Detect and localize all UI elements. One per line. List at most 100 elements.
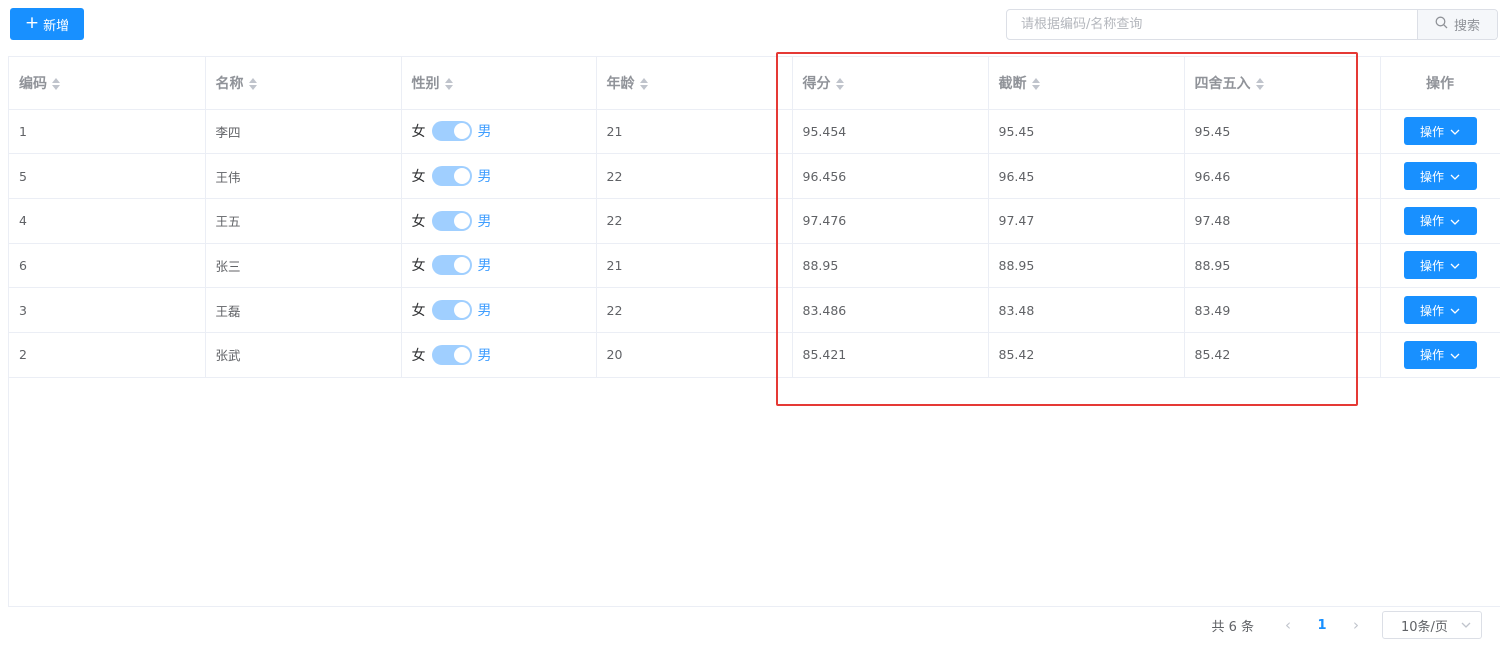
search-box: 搜索 (1006, 9, 1498, 40)
chevron-down-icon (1461, 620, 1471, 631)
action-button-label: 操作 (1419, 303, 1444, 318)
gender-switch[interactable] (431, 166, 472, 187)
sort-icon[interactable] (248, 77, 257, 91)
cell-truncated: 95.45 (988, 109, 1185, 155)
sort-icon[interactable] (639, 77, 648, 91)
gender-switch[interactable] (431, 210, 472, 231)
prev-page-icon[interactable]: ‹ (1276, 616, 1300, 634)
header-rounded[interactable]: 四舍五入 (1184, 57, 1381, 110)
gender-on-label: 男 (477, 303, 492, 320)
cell-age: 20 (596, 332, 793, 378)
cell-age: 22 (596, 153, 793, 199)
cell-gender: 女男 (401, 198, 597, 244)
header-code[interactable]: 编码 (9, 57, 206, 110)
action-button-label: 操作 (1419, 348, 1444, 363)
cell-score: 96.456 (792, 153, 989, 199)
plus-icon: + (24, 12, 40, 33)
cell-truncated: 88.95 (988, 243, 1185, 289)
gender-switch[interactable] (431, 300, 472, 321)
gender-switch[interactable] (431, 344, 472, 365)
action-dropdown-button[interactable]: 操作 (1403, 206, 1477, 235)
switch-knob (453, 257, 470, 274)
cell-code: 6 (9, 243, 206, 289)
next-page-icon[interactable]: › (1344, 616, 1368, 634)
sort-icon[interactable] (1031, 77, 1040, 91)
header-age[interactable]: 年龄 (596, 57, 793, 110)
cell-rounded: 88.95 (1184, 243, 1381, 289)
table-row: 2 张武女男 20 85.421 85.42 85.42 操作 (9, 332, 1500, 378)
cell-code: 2 (9, 332, 206, 378)
cell-rounded: 96.46 (1184, 153, 1381, 199)
header-rounded-label: 四舍五入 (1194, 75, 1251, 92)
table-row: 6 张三女男 21 88.95 88.95 88.95 操作 (9, 243, 1500, 289)
sort-icon[interactable] (1255, 77, 1264, 91)
cell-actions: 操作 (1380, 332, 1500, 378)
header-code-label: 编码 (19, 75, 47, 92)
cell-name: 王五 (205, 198, 402, 244)
cell-name: 张武 (205, 332, 402, 378)
header-score[interactable]: 得分 (792, 57, 989, 110)
cell-truncated: 85.42 (988, 332, 1185, 378)
gender-off-label: 女 (411, 303, 426, 320)
table-header-row: 编码 名称 性别 年龄 得分 截断 四舍五入 操作 (9, 57, 1500, 110)
cell-truncated: 83.48 (988, 287, 1185, 333)
sort-icon[interactable] (52, 77, 60, 91)
action-button-label: 操作 (1419, 214, 1444, 229)
header-name[interactable]: 名称 (205, 57, 402, 110)
cell-code: 3 (9, 287, 206, 333)
sort-icon[interactable] (444, 77, 453, 91)
header-gender[interactable]: 性别 (401, 57, 597, 110)
action-dropdown-button[interactable]: 操作 (1403, 340, 1477, 369)
cell-rounded: 85.42 (1184, 332, 1381, 378)
search-input[interactable] (1007, 10, 1417, 39)
cell-age: 22 (596, 287, 793, 333)
search-icon (1435, 16, 1448, 33)
gender-off-label: 女 (411, 347, 426, 364)
add-button-label: 新增 (43, 18, 70, 34)
action-dropdown-button[interactable]: 操作 (1403, 162, 1477, 191)
switch-knob (453, 123, 470, 140)
gender-off-label: 女 (411, 213, 426, 230)
page-size-select[interactable]: 10条/页 (1382, 611, 1482, 639)
gender-on-label: 男 (477, 213, 492, 230)
cell-score: 85.421 (792, 332, 989, 378)
search-button-label: 搜索 (1453, 19, 1480, 34)
header-actions: 操作 (1380, 57, 1500, 110)
search-button[interactable]: 搜索 (1417, 10, 1497, 39)
chevron-down-icon (1450, 169, 1460, 183)
cell-score: 97.476 (792, 198, 989, 244)
switch-knob (453, 212, 470, 229)
action-button-label: 操作 (1419, 169, 1444, 184)
gender-on-label: 男 (477, 169, 492, 186)
add-button[interactable]: + 新增 (10, 8, 84, 40)
cell-actions: 操作 (1380, 198, 1500, 244)
gender-on-label: 男 (477, 258, 492, 275)
pagination-total: 共 6 条 (1211, 619, 1254, 635)
pagination-page-current[interactable]: 1 (1300, 618, 1344, 633)
table-row: 5 王伟女男 22 96.456 96.45 96.46 操作 (9, 153, 1500, 199)
header-truncated[interactable]: 截断 (988, 57, 1185, 110)
cell-score: 95.454 (792, 109, 989, 155)
sort-icon[interactable] (835, 77, 844, 91)
cell-score: 83.486 (792, 287, 989, 333)
table-row: 1 李四女男 21 95.454 95.45 95.45 操作 (9, 109, 1500, 155)
cell-age: 21 (596, 109, 793, 155)
cell-code: 5 (9, 153, 206, 199)
header-name-label: 名称 (215, 75, 244, 92)
chevron-down-icon (1450, 303, 1460, 317)
cell-name: 王伟 (205, 153, 402, 199)
action-dropdown-button[interactable]: 操作 (1403, 117, 1477, 146)
gender-switch[interactable] (431, 255, 472, 276)
gender-off-label: 女 (411, 124, 426, 141)
cell-score: 88.95 (792, 243, 989, 289)
data-table: 编码 名称 性别 年龄 得分 截断 四舍五入 操作 1 李四女男 21 95.454 9… (8, 56, 1500, 607)
cell-rounded: 83.49 (1184, 287, 1381, 333)
chevron-down-icon (1450, 258, 1460, 272)
gender-switch[interactable] (431, 121, 472, 142)
cell-actions: 操作 (1380, 109, 1500, 155)
action-dropdown-button[interactable]: 操作 (1403, 251, 1477, 280)
action-dropdown-button[interactable]: 操作 (1403, 296, 1477, 325)
gender-on-label: 男 (477, 347, 492, 364)
chevron-down-icon (1450, 348, 1460, 362)
cell-gender: 女男 (401, 109, 597, 155)
